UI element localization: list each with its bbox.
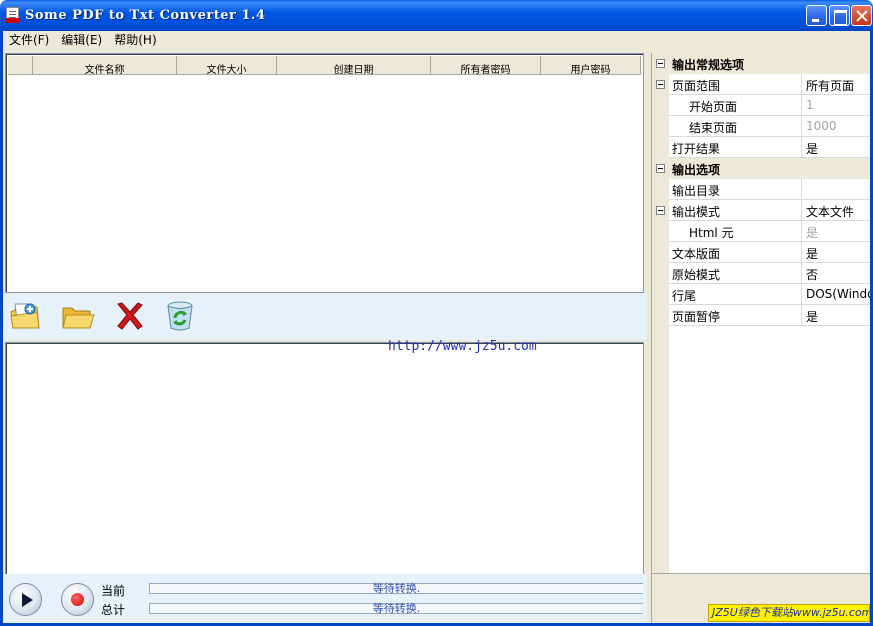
category-output-options[interactable]: 输出选项 xyxy=(652,158,870,179)
property-name: 打开结果 xyxy=(669,137,802,158)
column-header-owner-password[interactable]: 所有者密码 xyxy=(431,56,541,75)
property-text-layout[interactable]: 文本版面 是 xyxy=(652,242,870,263)
current-progress-bar: 等待转换. xyxy=(149,583,643,594)
window-title: Some PDF to Txt Converter 1.4 xyxy=(25,8,266,23)
column-header-created-date[interactable]: 创建日期 xyxy=(277,56,431,75)
property-html-meta[interactable]: Html 元 是 xyxy=(652,221,870,242)
category-label: 输出常规选项 xyxy=(672,58,745,72)
collapse-icon[interactable] xyxy=(656,59,665,68)
property-grid[interactable]: 输出常规选项 页面范围 所有页面 开始页面 1 结束页面 1000 打开结果 是… xyxy=(651,53,870,573)
property-value[interactable]: 是 xyxy=(802,242,870,263)
property-output-mode[interactable]: 输出模式 文本文件 xyxy=(652,200,870,221)
stop-button[interactable] xyxy=(61,583,94,616)
current-progress-status: 等待转换. xyxy=(372,582,421,595)
property-start-page[interactable]: 开始页面 1 xyxy=(652,95,870,116)
property-name: 输出目录 xyxy=(669,179,802,200)
collapse-icon[interactable] xyxy=(656,80,665,89)
menu-help[interactable]: 帮助(H) xyxy=(108,31,162,51)
property-value[interactable]: 文本文件 xyxy=(802,200,870,221)
property-output-directory[interactable]: 输出目录 xyxy=(652,179,870,200)
collapse-icon[interactable] xyxy=(656,206,665,215)
property-grid-gutter xyxy=(652,326,669,573)
property-page-pause[interactable]: 页面暂停 是 xyxy=(652,305,870,326)
property-value[interactable]: DOS(Windo xyxy=(802,284,870,305)
delete-button[interactable] xyxy=(112,298,148,334)
toolbar xyxy=(3,294,647,340)
open-folder-button[interactable] xyxy=(60,298,96,334)
log-output-area[interactable] xyxy=(5,342,644,576)
open-folder-icon xyxy=(62,307,95,329)
column-header-selector[interactable] xyxy=(8,56,33,75)
total-progress-bar: 等待转换. xyxy=(149,603,643,614)
category-output-general[interactable]: 输出常规选项 xyxy=(652,53,870,74)
property-value[interactable] xyxy=(802,179,870,200)
app-icon xyxy=(6,7,19,23)
property-name: 文本版面 xyxy=(669,242,802,263)
property-name: 行尾 xyxy=(669,284,802,305)
column-header-file-size[interactable]: 文件大小 xyxy=(177,56,277,75)
add-file-icon xyxy=(10,303,40,329)
table-header: 文件名称 文件大小 创建日期 所有者密码 用户密码 xyxy=(8,56,641,75)
property-name: Html 元 xyxy=(669,221,802,242)
property-name: 开始页面 xyxy=(669,95,802,116)
progress-panel xyxy=(3,574,647,623)
property-name: 页面暂停 xyxy=(669,305,802,326)
clear-button[interactable] xyxy=(163,298,199,334)
delete-icon xyxy=(117,302,143,330)
property-raw-mode[interactable]: 原始模式 否 xyxy=(652,263,870,284)
column-header-file-name[interactable]: 文件名称 xyxy=(33,56,177,75)
property-line-ending[interactable]: 行尾 DOS(Windo xyxy=(652,284,870,305)
property-value[interactable]: 是 xyxy=(802,137,870,158)
total-progress-status: 等待转换. xyxy=(372,602,421,615)
property-value[interactable]: 所有页面 xyxy=(802,74,870,95)
add-file-button[interactable] xyxy=(7,298,43,334)
column-header-user-password[interactable]: 用户密码 xyxy=(541,56,641,75)
file-list-table[interactable]: 文件名称 文件大小 创建日期 所有者密码 用户密码 xyxy=(5,53,644,293)
property-page-range[interactable]: 页面范围 所有页面 xyxy=(652,74,870,95)
site-url-text: http://www.jz5u.com xyxy=(388,339,537,354)
recycle-bin-icon xyxy=(167,301,193,331)
property-value[interactable]: 是 xyxy=(802,305,870,326)
property-name: 结束页面 xyxy=(669,116,802,137)
collapse-icon[interactable] xyxy=(656,164,665,173)
total-progress-label: 总计 xyxy=(101,603,126,617)
minimize-button[interactable] xyxy=(806,5,827,26)
title-bar[interactable]: Some PDF to Txt Converter 1.4 xyxy=(0,0,873,31)
property-value[interactable]: 是 xyxy=(802,221,870,242)
current-progress-label: 当前 xyxy=(101,584,126,598)
property-open-result[interactable]: 打开结果 是 xyxy=(652,137,870,158)
property-value[interactable]: 1 xyxy=(802,95,870,116)
property-name: 页面范围 xyxy=(669,74,802,95)
category-label: 输出选项 xyxy=(672,163,721,177)
start-convert-button[interactable] xyxy=(9,583,42,616)
property-end-page[interactable]: 结束页面 1000 xyxy=(652,116,870,137)
maximize-button[interactable] xyxy=(829,5,850,26)
property-name: 原始模式 xyxy=(669,263,802,284)
close-button[interactable] xyxy=(851,5,872,26)
site-watermark-badge: JZ5U绿色下载站www.jz5u.com xyxy=(708,604,870,622)
menu-bar: 文件(F) 编辑(E) 帮助(H) xyxy=(3,31,870,51)
menu-edit[interactable]: 编辑(E) xyxy=(55,31,108,51)
property-value[interactable]: 1000 xyxy=(802,116,870,137)
property-value[interactable]: 否 xyxy=(802,263,870,284)
menu-file[interactable]: 文件(F) xyxy=(3,31,55,51)
property-name: 输出模式 xyxy=(669,200,802,221)
